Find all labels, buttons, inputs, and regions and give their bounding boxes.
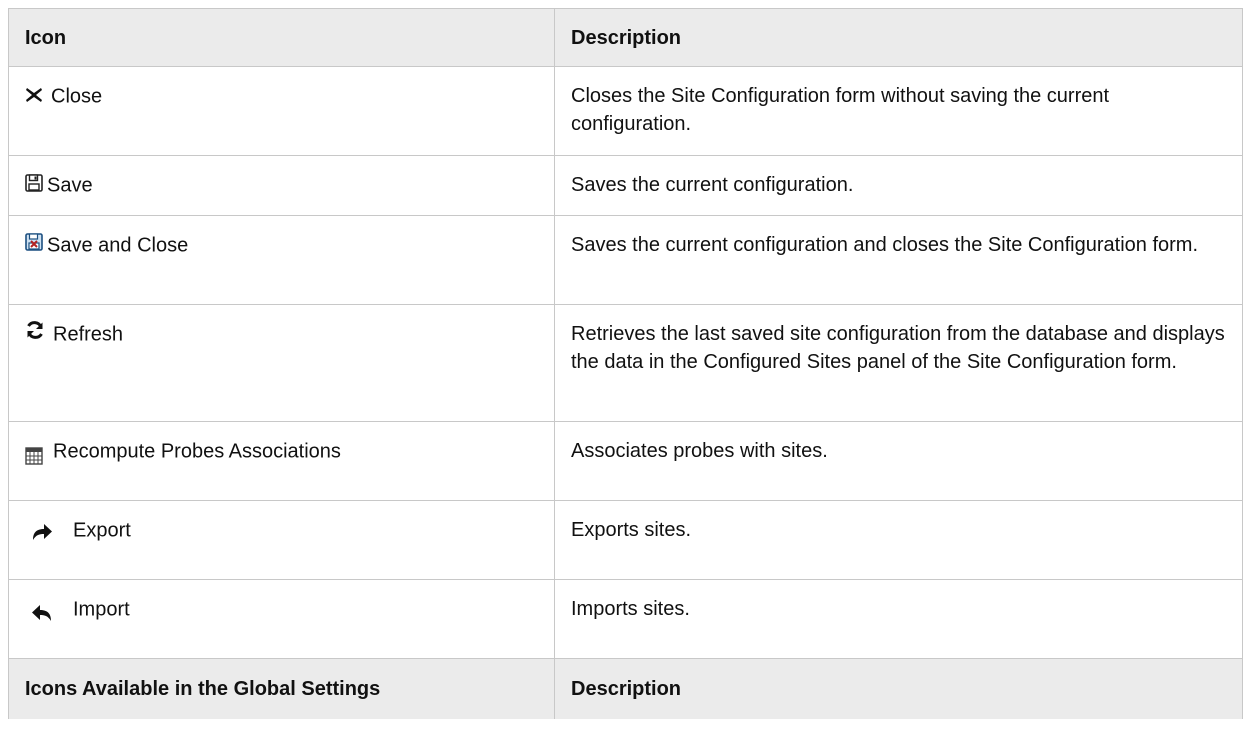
description-cell: Retrieves the last saved site configurat… [554, 303, 1243, 422]
icon-cell: Save and Close [8, 214, 555, 305]
icon-label: Import [73, 598, 130, 621]
table-row: Recompute Probes Associations Associates… [8, 420, 1243, 501]
icon-label: Close [51, 85, 103, 108]
save-and-close-icon [25, 231, 43, 259]
icon-cell: Export [8, 499, 555, 580]
icon-cell: Recompute Probes Associations [8, 420, 555, 501]
icon-label: Save and Close [47, 234, 189, 257]
refresh-icon [25, 320, 45, 348]
icon-label: Save [47, 174, 93, 197]
save-icon [25, 172, 43, 200]
import-arrow-icon [31, 603, 53, 631]
table-row: Import Imports sites. [8, 578, 1243, 659]
table-row: Refresh Retrieves the last saved site co… [8, 303, 1243, 422]
table-subheader-row: Icons Available in the Global Settings D… [8, 657, 1243, 719]
header-icon: Icon [8, 8, 555, 67]
description-cell[interactable]: Exports sites. [554, 499, 1243, 580]
subheader-icons-global-settings: Icons Available in the Global Settings [8, 657, 555, 719]
subheader-description: Description [554, 657, 1243, 719]
icon-cell: Close [8, 66, 555, 156]
description-cell: Saves the current configuration and clos… [554, 214, 1243, 305]
table-row: Save and Close Saves the current configu… [8, 214, 1243, 305]
icons-table: Icon Description Close Closes the Site C… [8, 8, 1243, 719]
icon-cell: Import [8, 578, 555, 659]
icon-label: Recompute Probes Associations [53, 440, 341, 463]
table-row: Close Closes the Site Configuration form… [8, 66, 1243, 156]
icon-cell: Refresh [8, 303, 555, 422]
description-cell: Saves the current configuration. [554, 155, 1243, 216]
description-cell[interactable]: Associates probes with sites. [554, 420, 1243, 501]
table-row: Export Exports sites. [8, 499, 1243, 580]
icon-label: Refresh [53, 323, 124, 346]
export-arrow-icon [31, 522, 53, 550]
table-row: Save Saves the current configuration. [8, 155, 1243, 216]
description-cell: Closes the Site Configuration form witho… [554, 66, 1243, 156]
calculator-icon [25, 445, 43, 473]
table-header-row: Icon Description [8, 8, 1243, 67]
icon-cell: Save [8, 155, 555, 216]
icon-label: Export [73, 519, 131, 542]
description-cell[interactable]: Imports sites. [554, 578, 1243, 659]
header-description: Description [554, 8, 1243, 67]
close-icon [25, 83, 43, 111]
